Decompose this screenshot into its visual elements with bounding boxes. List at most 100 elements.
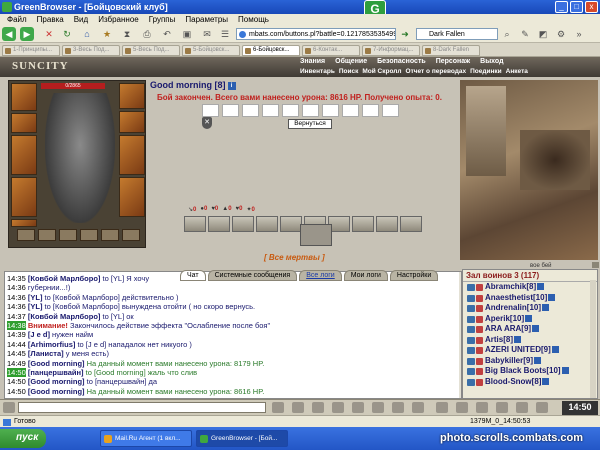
forward-icon[interactable]: ▶ [20, 27, 34, 41]
gear-icon[interactable] [536, 402, 548, 413]
task-mailru-agent[interactable]: Mail.Ru Агент (1 вкл... [100, 430, 192, 447]
player-info-icon[interactable] [534, 356, 542, 364]
player-info-icon[interactable] [551, 346, 559, 354]
private-message-icon[interactable] [467, 347, 475, 354]
settings-icon[interactable]: ⚙ [554, 27, 568, 41]
player-item[interactable]: Abramchik[8] [463, 282, 597, 293]
private-message-icon[interactable] [467, 378, 475, 386]
player-name[interactable]: AZERI UNITED[9] [485, 345, 551, 354]
player-item[interactable]: Babykiller[9] [463, 356, 597, 367]
nav-profile[interactable]: Анкета [506, 68, 528, 75]
private-message-icon[interactable] [467, 294, 475, 302]
player-info-icon[interactable] [525, 314, 533, 322]
nav-security[interactable]: Безопасность [377, 58, 426, 65]
save-icon[interactable]: ▣ [180, 27, 194, 41]
player-name[interactable]: Anaesthetist[10] [485, 293, 547, 302]
search-icon[interactable]: ⌕ [500, 27, 514, 41]
player-info-icon[interactable] [514, 335, 522, 343]
tab-1[interactable]: 1-Принципы... [2, 45, 60, 56]
nav-transfers-report[interactable]: Отчет о переводах [406, 68, 467, 75]
player-info-icon[interactable] [561, 367, 569, 375]
menu-groups[interactable]: Группы [144, 14, 181, 25]
private-message-icon[interactable] [467, 284, 475, 291]
gloves-slot[interactable] [119, 111, 145, 133]
filter-icon[interactable] [312, 402, 324, 413]
message-nick[interactable]: [YL] [28, 293, 43, 302]
ring-slot[interactable] [17, 229, 35, 241]
message-nick[interactable]: [Ланиста] [28, 349, 64, 358]
belt-slot[interactable] [11, 219, 37, 227]
message-nick[interactable]: [Good morning] [28, 377, 85, 386]
minimize-button[interactable]: _ [555, 1, 568, 13]
player-name[interactable]: Andrenalin[10] [485, 303, 541, 312]
scroll-thumb[interactable] [592, 262, 599, 268]
close-button[interactable]: x [585, 1, 598, 13]
player-item[interactable]: Anaesthetist[10] [463, 293, 597, 304]
message-time[interactable]: 14:38 [7, 321, 26, 331]
info-icon[interactable]: i [227, 81, 236, 90]
home-icon[interactable]: ⌂ [80, 27, 94, 41]
exit-icon[interactable] [476, 402, 488, 413]
menu-edit[interactable]: Правка [32, 14, 69, 25]
more-icon[interactable]: » [572, 27, 586, 41]
email-icon[interactable]: ✉ [200, 27, 214, 41]
menu-help[interactable]: Помощь [233, 14, 274, 25]
player-name[interactable]: Abramchik[8] [485, 282, 536, 291]
message-time[interactable]: 14:49 [7, 359, 26, 368]
ring-slot[interactable] [80, 229, 98, 241]
fight-action-icon[interactable] [300, 224, 332, 246]
private-message-icon[interactable] [467, 368, 475, 375]
map-icon[interactable] [496, 402, 508, 413]
ring-slot[interactable] [101, 229, 119, 241]
print-icon[interactable]: ⎙ [140, 27, 154, 41]
smiles-icon[interactable] [332, 402, 344, 413]
search-input[interactable]: Dark Fallen [416, 28, 498, 40]
history-icon[interactable]: ⧗ [120, 27, 134, 41]
item-icon[interactable] [184, 216, 206, 232]
player-name[interactable]: Babykiller[9] [485, 356, 533, 365]
player-item[interactable]: Big Black Boots[10] [463, 366, 597, 377]
task-greenbrowser[interactable]: GreenBrowser - [Бой... [196, 430, 288, 447]
tab-chat[interactable]: Чат [180, 270, 206, 281]
message-time[interactable]: 14:50 [7, 368, 26, 378]
message-nick[interactable]: [Good morning] [28, 359, 85, 368]
nav-exit[interactable]: Выход [480, 58, 503, 65]
nav-character[interactable]: Персонаж [436, 58, 470, 65]
player-name[interactable]: Artis[8] [485, 335, 513, 344]
message-nick[interactable]: [YL] [28, 302, 43, 311]
player-info-icon[interactable] [537, 283, 545, 291]
start-button[interactable]: пуск [0, 429, 46, 448]
go-icon[interactable]: ➜ [398, 27, 412, 41]
message-time[interactable]: 14:37 [7, 312, 26, 321]
player-info-icon[interactable] [542, 377, 550, 385]
menu-options[interactable]: Параметры [180, 14, 233, 25]
private-message-icon[interactable] [467, 357, 475, 365]
group-icon[interactable]: ☰ [218, 27, 232, 41]
item-icon[interactable] [232, 216, 254, 232]
boots-slot[interactable] [119, 177, 145, 217]
nav-my-scroll[interactable]: Мой Скролл [362, 68, 401, 75]
item-icon[interactable] [256, 216, 278, 232]
stop-icon[interactable]: ✕ [42, 27, 56, 41]
tab-all-logs[interactable]: Все логи [299, 270, 342, 281]
item-icon[interactable] [400, 216, 422, 232]
undo-icon[interactable]: ↶ [160, 27, 174, 41]
favorites-icon[interactable]: ★ [100, 27, 114, 41]
message-nick[interactable]: [Good morning] [28, 387, 85, 396]
player-info-icon[interactable] [532, 325, 540, 333]
message-time[interactable]: 14:50 [7, 377, 26, 386]
message-nick[interactable]: [Ковбой Марлборо] [28, 274, 101, 283]
nav-search[interactable]: Поиск [339, 68, 359, 75]
player-item[interactable]: Artis[8] [463, 335, 597, 346]
message-time[interactable]: 14:36 [7, 283, 26, 292]
player-item[interactable]: ARA ARA[9] [463, 324, 597, 335]
message-time[interactable]: 14:36 [7, 302, 26, 311]
nav-knowledge[interactable]: Знания [300, 58, 325, 65]
music-icon[interactable] [392, 402, 404, 413]
item-icon[interactable] [208, 216, 230, 232]
message-time[interactable]: 14:36 [7, 293, 26, 302]
item-icon[interactable] [352, 216, 374, 232]
message-time[interactable]: 14:44 [7, 340, 26, 349]
private-message-icon[interactable] [467, 315, 475, 323]
users-icon[interactable] [456, 402, 468, 413]
